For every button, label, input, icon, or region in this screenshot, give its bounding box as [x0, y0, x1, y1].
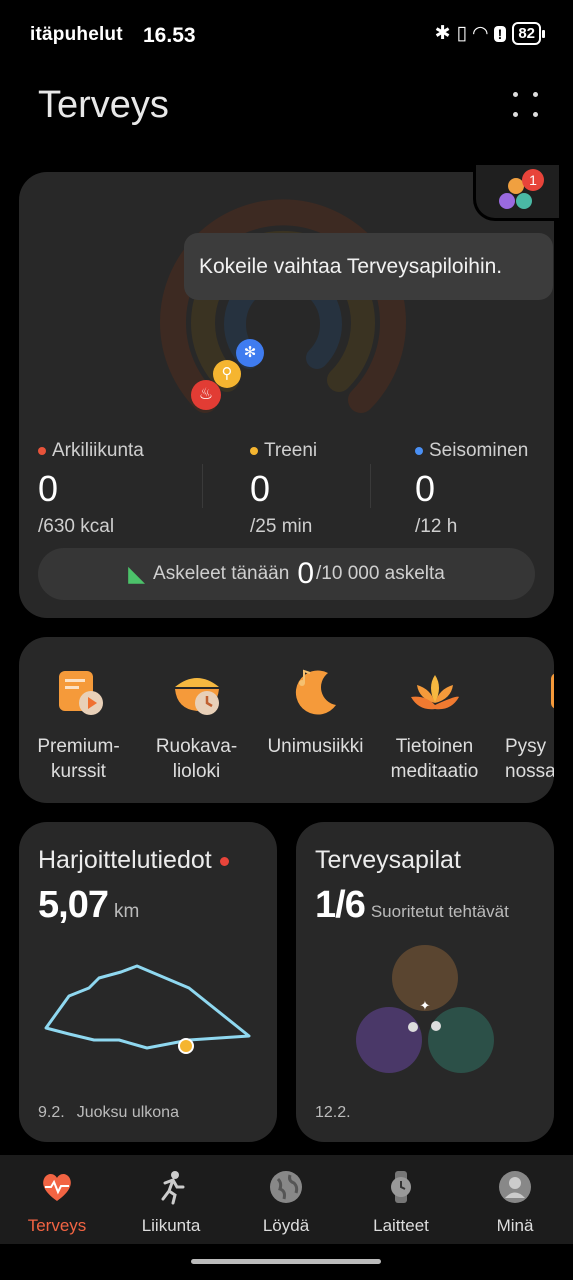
stand-dot-icon: [415, 446, 423, 455]
svg-text:✦: ✦: [420, 999, 431, 1014]
stat-move: Arkiliikunta 0 /630 kcal: [38, 440, 144, 538]
running-icon: [161, 1171, 185, 1205]
clover-date: 12.2.: [315, 1104, 351, 1121]
page-title: Terveys: [38, 84, 169, 126]
nav-label: Liikunta: [141, 1216, 201, 1235]
move-dot-icon: [38, 446, 46, 455]
workout-footer: 9.2. Juoksu ulkona: [38, 1104, 179, 1122]
bluetooth-icon: ✱: [434, 23, 451, 44]
service-label: Unimusiikki: [267, 736, 364, 757]
steps-goal: /10 000 askelta: [316, 563, 445, 584]
nav-health[interactable]: Terveys: [7, 1169, 107, 1236]
service-food-diary[interactable]: Ruokava- lioloki: [139, 665, 254, 784]
health-clover-card[interactable]: Terveysapilat 1/6 Suoritetut tehtävät ✦ 1…: [296, 822, 554, 1142]
route-map: [44, 964, 251, 1054]
vibrate-icon: ▯: [456, 23, 468, 44]
food-diary-icon: [174, 678, 219, 715]
nav-discover[interactable]: Löydä: [236, 1169, 336, 1236]
clover-progress-value: 1/6: [315, 884, 366, 926]
route-start-marker: [178, 1038, 194, 1054]
nav-label: Löydä: [262, 1216, 310, 1235]
divider: [370, 464, 371, 508]
stat-goal: /25 min: [250, 516, 313, 537]
shoe-icon: ◣: [128, 561, 146, 586]
service-label: Premium- kurssit: [37, 736, 120, 782]
bottom-navigation: Terveys Liikunta Löydä Laitteet Minä: [0, 1155, 573, 1244]
stat-value: 0: [38, 468, 59, 509]
status-icons: ✱ ▯ ◠ ! 82: [434, 22, 545, 45]
exercise-dot-icon: [250, 446, 258, 455]
dot-icon: [533, 92, 538, 97]
service-label: Ruokava- lioloki: [155, 736, 238, 782]
stat-exercise: Treeni 0 /25 min: [250, 440, 317, 538]
new-indicator-icon: [219, 856, 229, 866]
meditation-icon: [410, 675, 459, 710]
card-title: Harjoittelutiedot: [38, 846, 229, 875]
clover-tooltip[interactable]: Kokeile vaihtaa Terveysapiloihin.: [184, 233, 553, 300]
stand-ring-icon: ✻: [236, 339, 264, 367]
workout-type: Juoksu ulkona: [76, 1104, 179, 1121]
clover-chart: ✦: [356, 945, 494, 1073]
clover-progress: 1/6 Suoritetut tehtävät: [315, 884, 509, 927]
service-sleep-music[interactable]: Unimusiikki: [258, 665, 373, 759]
nav-me[interactable]: Minä: [465, 1169, 565, 1236]
clock: 16.53: [143, 24, 196, 47]
card-title-text: Harjoittelutiedot: [38, 846, 212, 874]
nav-exercise[interactable]: Liikunta: [121, 1169, 221, 1236]
card-title: Terveysapilat: [315, 846, 461, 874]
nav-label: Minä: [496, 1216, 534, 1235]
service-label: Tietoinen meditaatio: [390, 736, 479, 782]
carrier-name: itäpuhelut: [30, 24, 123, 45]
stat-label: Treeni: [264, 440, 318, 461]
stat-value: 0: [250, 468, 271, 509]
stat-label: Seisominen: [429, 440, 529, 461]
service-meditation[interactable]: Tietoinen meditaatio: [377, 665, 492, 784]
stat-label: Arkiliikunta: [52, 440, 144, 461]
battery-indicator: 82: [512, 22, 545, 45]
stat-stand: Seisominen 0 /12 h: [415, 440, 528, 538]
nav-label: Terveys: [27, 1216, 87, 1235]
workout-distance: 5,07 km: [38, 884, 139, 927]
service-stay[interactable]: Pysy nossa: [497, 665, 554, 784]
home-indicator[interactable]: [191, 1259, 381, 1264]
avatar-icon: [499, 1171, 531, 1203]
dot-icon: [533, 112, 538, 117]
watch-icon: [391, 1171, 411, 1203]
more-options-button[interactable]: [513, 92, 543, 122]
notification-badge: 1: [522, 169, 544, 191]
steps-value: 0: [297, 557, 314, 590]
clover-progress-label: Suoritetut tehtävät: [370, 902, 509, 921]
sleep-music-icon: [295, 669, 336, 715]
exercise-ring-icon: ⚲: [213, 360, 241, 388]
heart-icon: [43, 1174, 71, 1201]
service-premium-courses[interactable]: Premium- kurssit: [21, 665, 136, 784]
nav-devices[interactable]: Laitteet: [351, 1169, 451, 1236]
stat-value: 0: [415, 468, 436, 509]
wifi-icon: ◠: [473, 23, 488, 44]
workout-data-card[interactable]: Harjoittelutiedot 5,07 km 9.2. Juoksu ulko…: [19, 822, 277, 1142]
services-card: Premium- kurssit Ruokava- lioloki Unimus…: [19, 637, 554, 803]
steps-summary[interactable]: ◣ Askeleet tänään 0 /10 000 askelta: [38, 548, 535, 600]
dot-icon: [513, 112, 518, 117]
distance-value: 5,07: [38, 884, 109, 926]
stay-icon: [550, 673, 554, 709]
status-bar: itäpuhelut 16.53 ✱ ▯ ◠ ! 82: [0, 0, 573, 62]
stat-goal: /630 kcal: [38, 516, 115, 537]
steps-label: Askeleet tänään: [153, 563, 290, 584]
divider: [202, 464, 203, 508]
alert-icon: !: [493, 25, 507, 42]
distance-unit: km: [113, 901, 140, 922]
service-label: Pysy nossa: [505, 736, 554, 782]
workout-date: 9.2.: [38, 1104, 65, 1121]
dot-icon: [513, 92, 518, 97]
move-ring-icon: ♨: [191, 380, 221, 410]
health-clover-switch-button[interactable]: 1: [473, 165, 559, 221]
nav-label: Laitteet: [373, 1216, 429, 1235]
stat-goal: /12 h: [415, 516, 458, 537]
course-icon: [58, 671, 103, 715]
globe-icon: [270, 1171, 302, 1203]
